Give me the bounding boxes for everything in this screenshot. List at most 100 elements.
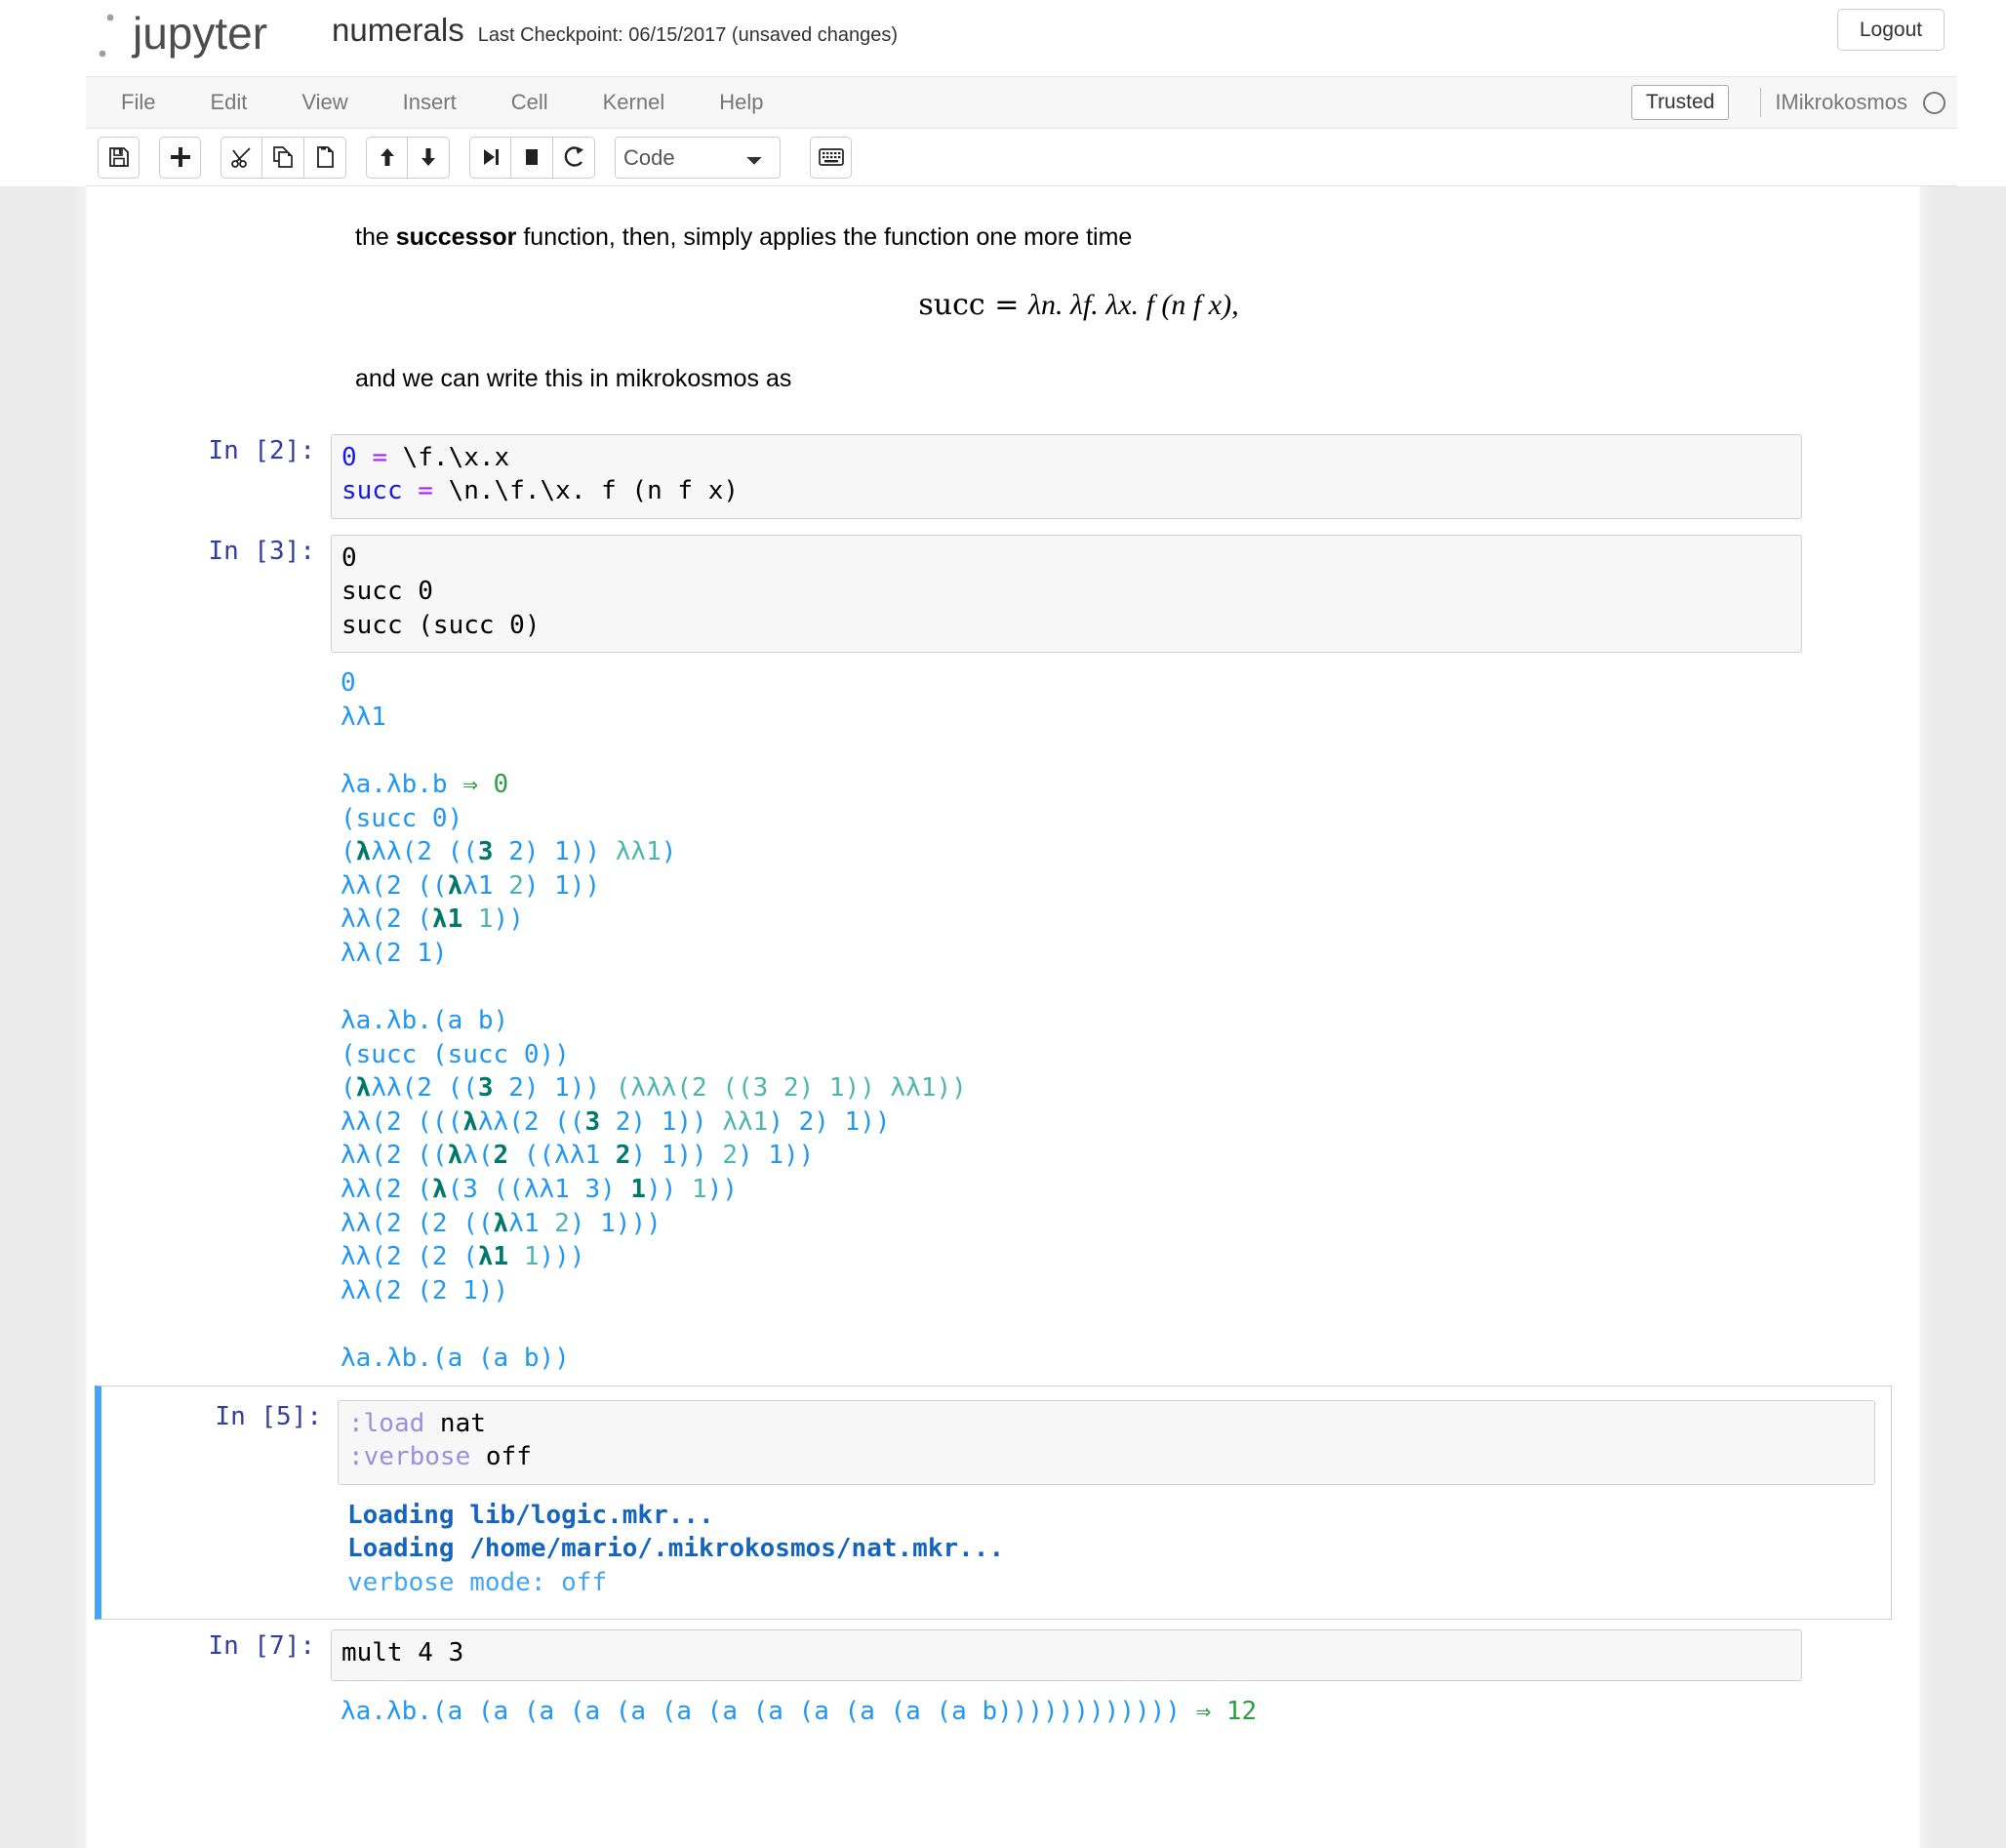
run-group: [469, 136, 595, 179]
kernel-separator: [1760, 88, 1762, 117]
code-token: 12: [1225, 1697, 1258, 1726]
play-next-icon: [483, 149, 499, 165]
copy-cell-button[interactable]: [262, 136, 304, 179]
stop-kernel-button[interactable]: [511, 136, 553, 179]
code-source[interactable]: 0 succ 0 succ (succ 0): [341, 542, 1791, 643]
code-token: 1: [692, 1175, 707, 1205]
code-token: Loading /home/mario/.mikrokosmos/nat.mkr…: [347, 1534, 1005, 1564]
code-editor[interactable]: 0 succ 0 succ (succ 0): [331, 534, 1802, 654]
notebook-name[interactable]: numerals: [332, 12, 464, 49]
logout-button[interactable]: Logout: [1837, 9, 1945, 51]
code-source[interactable]: mult 4 3: [341, 1636, 1791, 1670]
code-token: λa.λb.(a (a b)): [341, 1343, 570, 1373]
command-palette-button[interactable]: [810, 136, 852, 179]
code-token: λ(: [462, 1141, 494, 1171]
notebook-page: the successor function, then, simply app…: [0, 186, 2006, 1848]
code-token: λ1: [462, 870, 509, 901]
code-token: off: [470, 1442, 532, 1472]
trusted-badge[interactable]: Trusted: [1630, 85, 1730, 120]
cell-type-select[interactable]: Code Markdown Raw NBConvert Heading: [615, 136, 781, 179]
code-token: Loading lib/logic.mkr...: [347, 1500, 714, 1530]
code-cells-root: In [2]: 0 = \f.\x.x succ = \n.\f.\x. f (n…: [87, 424, 1919, 1739]
input-prompt: In [7]:: [208, 1631, 315, 1662]
code-token: λ1: [431, 904, 463, 935]
code-token: \n.\f.\x. f (n f x): [432, 476, 740, 506]
kernel-idle-circle-icon[interactable]: [1923, 91, 1946, 114]
code-token: λλ1: [341, 702, 386, 732]
save-button[interactable]: [98, 136, 140, 179]
math-rhs: λn. λf. λx. f (n f x),: [1027, 289, 1239, 322]
code-token: 2: [722, 1141, 739, 1171]
code-token: ) 1)): [738, 1141, 815, 1171]
code-token: succ 0: [341, 577, 433, 607]
cell-body: 0 = \f.\x.x succ = \n.\f.\x. f (n f x): [331, 433, 1919, 519]
code-token: succ: [341, 476, 403, 506]
kernel-name-label[interactable]: IMikrokosmos: [1775, 90, 1907, 115]
menu-view[interactable]: View: [274, 84, 375, 121]
code-token: λλ(2 ((: [371, 837, 478, 867]
restart-icon: [564, 146, 583, 167]
markdown-cell[interactable]: the successor function, then, simply app…: [355, 198, 1802, 424]
code-token: ) 1)): [630, 1141, 723, 1171]
cut-cell-button[interactable]: [221, 136, 262, 179]
menu-kernel[interactable]: Kernel: [576, 84, 693, 121]
code-token: mult 4 3: [341, 1638, 464, 1668]
code-editor[interactable]: :load nat :verbose off: [338, 1399, 1875, 1485]
code-token: 0: [341, 542, 357, 573]
code-token: 2) 1)): [493, 1073, 616, 1104]
copy-icon: [273, 146, 293, 168]
code-token: ⇒: [1195, 1697, 1212, 1726]
code-source[interactable]: 0 = \f.\x.x succ = \n.\f.\x. f (n f x): [341, 441, 1791, 508]
cell-body: mult 4 3 λa.λb.(a (a (a (a (a (a (a (a (a…: [331, 1629, 1919, 1732]
math-formula: succ = λn. λf. λx. f (n f x),: [355, 288, 1802, 322]
code-token: λ1: [508, 1208, 555, 1238]
move-down-button[interactable]: [408, 136, 450, 179]
menu-edit[interactable]: Edit: [182, 84, 274, 121]
code-cell-selected[interactable]: In [5]::load nat :verbose off Loading lib…: [95, 1385, 1892, 1621]
code-token: \f.\x.x: [386, 442, 510, 472]
code-token: λ: [462, 1106, 478, 1137]
menu-cell[interactable]: Cell: [484, 84, 576, 121]
move-up-button[interactable]: [366, 136, 408, 179]
code-cell[interactable]: In [2]: 0 = \f.\x.x succ = \n.\f.\x. f (n…: [87, 424, 1919, 525]
menu-insert[interactable]: Insert: [376, 84, 484, 121]
menu-file[interactable]: File: [94, 84, 182, 121]
code-token: λλ(2 (: [341, 1175, 432, 1205]
code-token: (3 ((λλ1 3): [447, 1175, 631, 1205]
code-token: λ: [447, 870, 463, 901]
insert-cell-button[interactable]: [159, 136, 201, 179]
menubar-right-group: Trusted IMikrokosmos: [1630, 77, 1946, 128]
jupyter-logo-block[interactable]: jupyter: [86, 6, 312, 64]
code-token: ))): [539, 1242, 585, 1272]
restart-kernel-button[interactable]: [553, 136, 595, 179]
save-group: [98, 136, 140, 179]
keyboard-icon: [818, 148, 844, 166]
palette-group: [810, 136, 852, 179]
code-token: )): [646, 1175, 693, 1205]
code-token: =: [418, 476, 433, 506]
code-token: (: [341, 837, 356, 867]
run-cell-button[interactable]: [469, 136, 511, 179]
paste-cell-button[interactable]: [304, 136, 346, 179]
stream-output: Loading lib/logic.mkr... Loading /home/m…: [338, 1485, 1891, 1604]
stream-output: 0 λλ1 λa.λb.b ⇒ 0 (succ 0) (λλλ(2 ((3 2)…: [331, 653, 1919, 1379]
code-token: succ (succ 0): [341, 610, 541, 640]
code-source[interactable]: :load nat :verbose off: [348, 1407, 1865, 1474]
code-token: :load: [348, 1408, 425, 1438]
jupyter-logo-icon: jupyter: [92, 8, 267, 59]
code-token: 0: [341, 668, 356, 699]
stop-square-icon: [526, 149, 538, 165]
code-cell[interactable]: In [3]: 0 succ 0 succ (succ 0) 0 λλ1 λa.λb…: [87, 525, 1919, 1386]
code-editor[interactable]: 0 = \f.\x.x succ = \n.\f.\x. f (n f x): [331, 433, 1802, 519]
menu-help[interactable]: Help: [692, 84, 790, 121]
menubar-items: File Edit View Insert Cell Kernel Help: [86, 84, 790, 121]
code-editor[interactable]: mult 4 3: [331, 1629, 1802, 1681]
code-token: 3: [584, 1106, 601, 1137]
code-token: (succ 0): [341, 803, 463, 833]
code-cell[interactable]: In [7]: mult 4 3 λa.λb.(a (a (a (a (a (a (…: [87, 1620, 1919, 1738]
code-token: =: [372, 442, 387, 472]
